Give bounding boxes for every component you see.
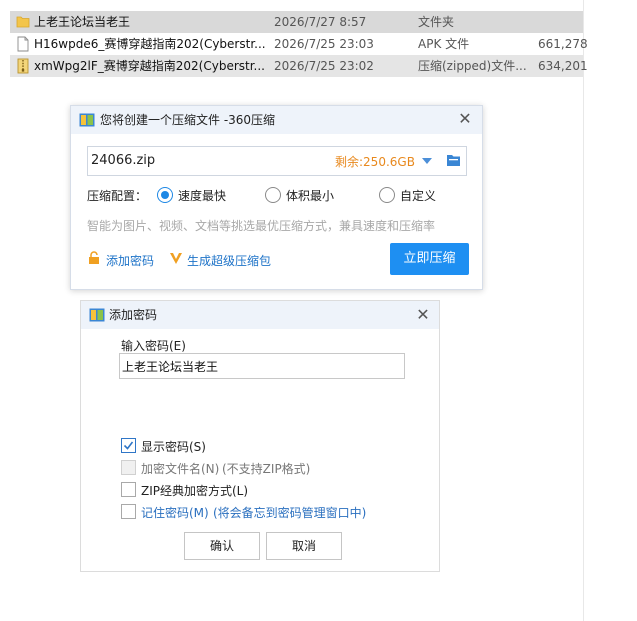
dialog-title: 您将创建一个压缩文件 -360压缩 xyxy=(100,113,276,127)
config-label: 压缩配置： xyxy=(87,189,148,203)
file-icon xyxy=(17,36,29,52)
option-label[interactable]: 体积最小 xyxy=(286,187,334,204)
close-icon[interactable]: ✕ xyxy=(414,306,432,324)
compress-dialog: 您将创建一个压缩文件 -360压缩 ✕ 24066.zip 剩余:250.6GB… xyxy=(70,105,483,290)
file-type: APK 文件 xyxy=(418,37,470,51)
close-icon[interactable]: ✕ xyxy=(456,110,474,128)
show-password-checkbox[interactable] xyxy=(121,438,136,453)
file-name: xmWpg2lF_赛博穿越指南202(Cyberstr... xyxy=(34,59,265,73)
file-name: 上老王论坛当老王 xyxy=(34,15,131,29)
radio-speed-fastest[interactable] xyxy=(157,187,173,203)
zip-classic-label[interactable]: ZIP经典加密方式(L) xyxy=(141,482,248,499)
dialog-title: 添加密码 xyxy=(109,308,158,322)
file-date: 2026/7/25 23:02 xyxy=(274,59,374,73)
option-label[interactable]: 速度最快 xyxy=(178,187,226,204)
file-row[interactable]: 上老王论坛当老王 2026/7/27 8:57 文件夹 xyxy=(10,11,583,33)
archive-app-icon xyxy=(89,308,105,322)
file-row[interactable]: xmWpg2lF_赛博穿越指南202(Cyberstr... 2026/7/25… xyxy=(10,55,588,77)
file-size: 634,201 xyxy=(538,59,588,73)
file-date: 2026/7/25 23:03 xyxy=(274,37,374,51)
file-name: H16wpde6_赛博穿越指南202(Cyberstr... xyxy=(34,37,266,51)
remember-password-checkbox[interactable] xyxy=(121,504,136,519)
remember-password-note: (将会备忘到密码管理窗口中) xyxy=(213,506,367,520)
dialog-titlebar[interactable]: 添加密码 ✕ xyxy=(81,301,439,329)
checkmark-icon xyxy=(123,441,134,450)
file-size: 661,278 xyxy=(538,37,588,51)
filename-value[interactable]: 24066.zip xyxy=(91,153,155,168)
free-space-label: 剩余:250.6GB xyxy=(335,155,415,169)
archive-app-icon xyxy=(79,113,95,127)
window-edge xyxy=(583,0,584,621)
confirm-button[interactable]: 确认 xyxy=(184,532,260,560)
vip-icon xyxy=(170,253,182,264)
encrypt-filename-note: (不支持ZIP格式) xyxy=(222,462,311,476)
remember-password-label[interactable]: 记住密码(M) xyxy=(141,504,209,521)
super-pack-link[interactable]: 生成超级压缩包 xyxy=(187,252,271,269)
compress-hint: 智能为图片、视频、文档等挑选最优压缩方式，兼具速度和压缩率 xyxy=(87,219,436,233)
radio-smallest-size[interactable] xyxy=(265,187,281,203)
file-date: 2026/7/27 8:57 xyxy=(274,15,367,29)
compress-now-button[interactable]: 立即压缩 xyxy=(390,243,469,275)
zip-file-icon xyxy=(17,58,29,74)
cancel-button[interactable]: 取消 xyxy=(266,532,342,560)
folder-icon xyxy=(16,16,30,28)
encrypt-filename-label[interactable]: 加密文件名(N) xyxy=(141,460,219,477)
file-row[interactable]: H16wpde6_赛博穿越指南202(Cyberstr... 2026/7/25… xyxy=(10,33,588,55)
file-type: 压缩(zipped)文件... xyxy=(418,59,527,73)
zip-classic-checkbox[interactable] xyxy=(121,482,136,497)
password-input[interactable]: 上老王论坛当老王 xyxy=(119,353,405,379)
show-password-label[interactable]: 显示密码(S) xyxy=(141,438,206,455)
file-size xyxy=(538,11,598,33)
filename-field[interactable]: 24066.zip 剩余:250.6GB xyxy=(87,146,467,176)
password-label: 输入密码(E) xyxy=(121,339,186,353)
radio-custom[interactable] xyxy=(379,187,395,203)
add-password-dialog: 添加密码 ✕ 输入密码(E) 上老王论坛当老王 显示密码(S) 加密文件名(N)… xyxy=(80,300,440,572)
add-password-link[interactable]: 添加密码 xyxy=(106,252,154,269)
file-type: 文件夹 xyxy=(418,15,455,29)
encrypt-filename-checkbox[interactable] xyxy=(121,460,136,475)
lock-icon xyxy=(89,251,99,264)
dialog-titlebar[interactable]: 您将创建一个压缩文件 -360压缩 ✕ xyxy=(71,106,482,134)
option-label[interactable]: 自定义 xyxy=(400,187,436,204)
chevron-down-icon[interactable] xyxy=(421,156,433,166)
password-value[interactable]: 上老王论坛当老王 xyxy=(122,358,218,375)
folder-browse-icon[interactable] xyxy=(446,153,461,167)
